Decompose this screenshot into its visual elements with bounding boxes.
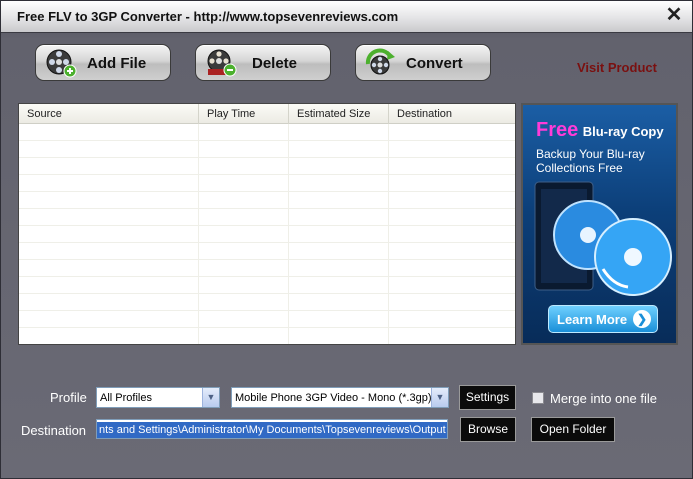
chevron-down-icon[interactable]: ▼ (202, 388, 219, 407)
convert-label: Convert (406, 55, 463, 72)
film-reel-plus-icon (46, 49, 77, 78)
ad-free-text: Free (536, 119, 579, 141)
table-row (19, 141, 515, 158)
table-row (19, 192, 515, 209)
close-icon[interactable]: ✕ (664, 5, 684, 25)
delete-button[interactable]: Delete (195, 44, 331, 81)
app-window: Free FLV to 3GP Converter - http://www.t… (0, 0, 693, 479)
table-body (19, 124, 515, 344)
profile-format-select[interactable]: Mobile Phone 3GP Video - Mono (*.3gp) ▼ (231, 387, 449, 408)
table-row (19, 294, 515, 311)
ad-title: Free Blu-ray Copy (536, 119, 664, 142)
title-bar[interactable]: Free FLV to 3GP Converter - http://www.t… (1, 1, 692, 33)
table-row (19, 158, 515, 175)
film-convert-icon (365, 48, 395, 75)
table-header: Source Play Time Estimated Size Destinat… (19, 104, 515, 124)
learn-more-button[interactable]: Learn More ❯ (548, 305, 658, 333)
destination-input[interactable]: nts and Settings\Administrator\My Docume… (96, 419, 448, 439)
table-row (19, 124, 515, 141)
ad-product-text: Blu-ray Copy (582, 124, 664, 139)
merge-label: Merge into one file (550, 391, 657, 406)
ad-banner[interactable]: Free Blu-ray Copy Backup Your Blu-ray Co… (521, 103, 678, 345)
table-row (19, 328, 515, 344)
add-file-label: Add File (87, 55, 147, 72)
column-header-play-time[interactable]: Play Time (199, 104, 289, 124)
file-list-table[interactable]: Source Play Time Estimated Size Destinat… (18, 103, 516, 345)
profile-category-select[interactable]: All Profiles ▼ (96, 387, 220, 408)
ad-tagline: Backup Your Blu-ray Collections Free (536, 147, 645, 175)
delete-label: Delete (252, 55, 298, 72)
profile-format-value: Mobile Phone 3GP Video - Mono (*.3gp) (235, 392, 432, 404)
destination-value: nts and Settings\Administrator\My Docume… (97, 422, 447, 438)
table-row (19, 277, 515, 294)
column-header-estimated-size[interactable]: Estimated Size (289, 104, 389, 124)
settings-button[interactable]: Settings (459, 385, 516, 410)
learn-more-label: Learn More (557, 312, 628, 327)
film-reel-minus-icon (207, 49, 237, 77)
column-header-destination[interactable]: Destination (389, 104, 515, 124)
convert-button[interactable]: Convert (355, 44, 491, 81)
table-row (19, 175, 515, 192)
destination-label: Destination (21, 423, 87, 438)
window-title: Free FLV to 3GP Converter - http://www.t… (17, 9, 399, 24)
table-row (19, 226, 515, 243)
table-row (19, 243, 515, 260)
table-row (19, 311, 515, 328)
profile-category-value: All Profiles (100, 392, 152, 404)
arrow-right-icon: ❯ (633, 310, 651, 328)
table-row (19, 209, 515, 226)
profile-label: Profile (50, 390, 87, 405)
table-row (19, 260, 515, 277)
merge-checkbox[interactable] (532, 392, 544, 404)
column-header-source[interactable]: Source (19, 104, 199, 124)
visit-product-link[interactable]: Visit Product (577, 60, 657, 75)
chevron-down-icon[interactable]: ▼ (431, 388, 448, 407)
bluray-disc-icon (534, 181, 672, 296)
browse-button[interactable]: Browse (460, 417, 516, 442)
open-folder-button[interactable]: Open Folder (531, 417, 615, 442)
add-file-button[interactable]: Add File (35, 44, 171, 81)
